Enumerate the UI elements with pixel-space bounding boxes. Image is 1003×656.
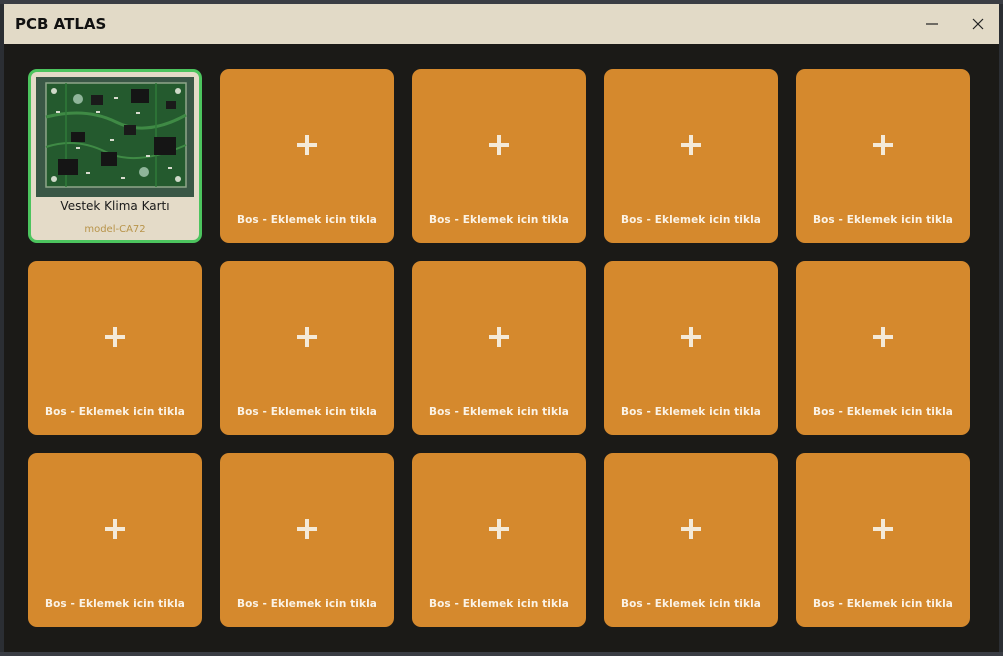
minimize-icon	[926, 23, 938, 25]
plus-icon	[297, 135, 317, 155]
plus-icon	[681, 135, 701, 155]
close-button[interactable]	[955, 4, 1001, 44]
plus-icon	[681, 327, 701, 347]
card-slot-1[interactable]: Vestek Klima Kartı model-CA72	[28, 69, 202, 243]
close-icon	[972, 18, 984, 30]
empty-slot-label: Bos - Eklemek icin tikla	[813, 598, 953, 610]
plus-icon	[297, 327, 317, 347]
app-title: PCB ATLAS	[15, 15, 107, 33]
card-slot-11[interactable]: Bos - Eklemek icin tikla	[28, 453, 202, 627]
plus-icon	[873, 135, 893, 155]
empty-slot-label: Bos - Eklemek icin tikla	[621, 214, 761, 226]
card-slot-14[interactable]: Bos - Eklemek icin tikla	[604, 453, 778, 627]
plus-icon	[489, 135, 509, 155]
card-model: model-CA72	[84, 224, 146, 235]
window-bottom-edge	[0, 652, 1003, 656]
plus-icon	[297, 519, 317, 539]
card-slot-9[interactable]: Bos - Eklemek icin tikla	[604, 261, 778, 435]
empty-slot-label: Bos - Eklemek icin tikla	[429, 598, 569, 610]
empty-slot-label: Bos - Eklemek icin tikla	[45, 598, 185, 610]
card-slot-8[interactable]: Bos - Eklemek icin tikla	[412, 261, 586, 435]
card-grid: Vestek Klima Kartı model-CA72 Bos - Ekle…	[28, 69, 970, 627]
card-slot-10[interactable]: Bos - Eklemek icin tikla	[796, 261, 970, 435]
plus-icon	[873, 519, 893, 539]
plus-icon	[105, 327, 125, 347]
window-right-edge	[999, 4, 1003, 652]
title-bar[interactable]: PCB ATLAS	[4, 4, 999, 44]
empty-slot-label: Bos - Eklemek icin tikla	[237, 406, 377, 418]
empty-slot-label: Bos - Eklemek icin tikla	[813, 406, 953, 418]
empty-slot-label: Bos - Eklemek icin tikla	[45, 406, 185, 418]
plus-icon	[105, 519, 125, 539]
card-area: Vestek Klima Kartı model-CA72 Bos - Ekle…	[4, 44, 999, 652]
card-slot-6[interactable]: Bos - Eklemek icin tikla	[28, 261, 202, 435]
empty-slot-label: Bos - Eklemek icin tikla	[813, 214, 953, 226]
card-slot-15[interactable]: Bos - Eklemek icin tikla	[796, 453, 970, 627]
card-slot-5[interactable]: Bos - Eklemek icin tikla	[796, 69, 970, 243]
plus-icon	[489, 327, 509, 347]
card-slot-7[interactable]: Bos - Eklemek icin tikla	[220, 261, 394, 435]
minimize-button[interactable]	[909, 4, 955, 44]
plus-icon	[489, 519, 509, 539]
empty-slot-label: Bos - Eklemek icin tikla	[621, 598, 761, 610]
plus-icon	[681, 519, 701, 539]
card-slot-12[interactable]: Bos - Eklemek icin tikla	[220, 453, 394, 627]
pcb-board-image	[36, 77, 194, 197]
card-name: Vestek Klima Kartı	[60, 199, 170, 213]
plus-icon	[873, 327, 893, 347]
card-slot-2[interactable]: Bos - Eklemek icin tikla	[220, 69, 394, 243]
empty-slot-label: Bos - Eklemek icin tikla	[237, 214, 377, 226]
empty-slot-label: Bos - Eklemek icin tikla	[237, 598, 377, 610]
card-slot-3[interactable]: Bos - Eklemek icin tikla	[412, 69, 586, 243]
empty-slot-label: Bos - Eklemek icin tikla	[429, 214, 569, 226]
card-slot-4[interactable]: Bos - Eklemek icin tikla	[604, 69, 778, 243]
card-slot-13[interactable]: Bos - Eklemek icin tikla	[412, 453, 586, 627]
empty-slot-label: Bos - Eklemek icin tikla	[621, 406, 761, 418]
empty-slot-label: Bos - Eklemek icin tikla	[429, 406, 569, 418]
